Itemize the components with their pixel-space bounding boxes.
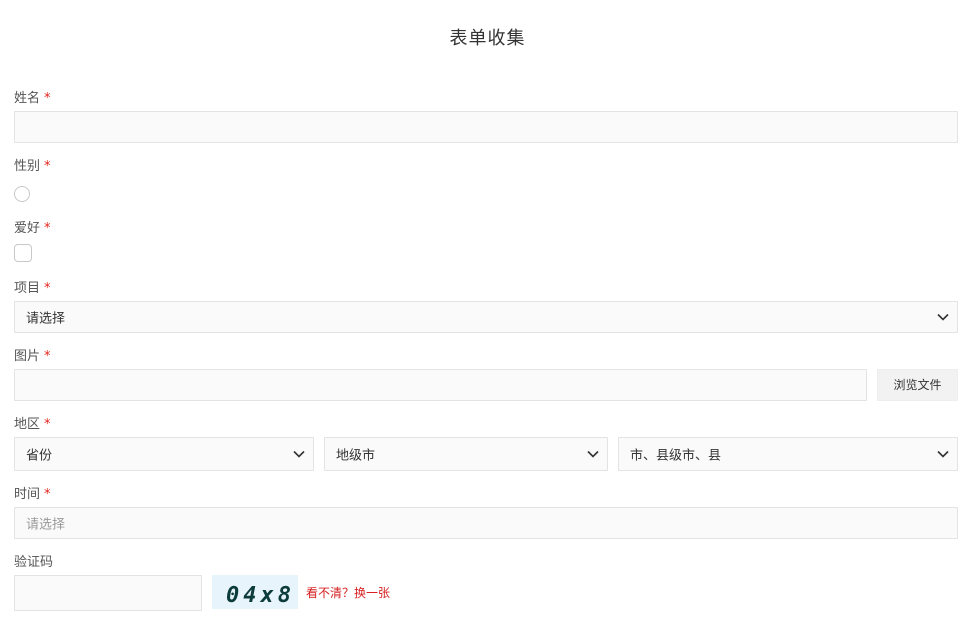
page-title: 表单收集 [449, 28, 526, 49]
project-select-value: 请选择 [26, 311, 66, 327]
time-label: 时间 * [14, 487, 51, 503]
hobby-label-text: 爱好 [14, 221, 41, 236]
captcha-code-text: 04x8 [226, 583, 295, 608]
county-select-value: 市、县级市、县 [630, 448, 722, 464]
chevron-down-icon [587, 450, 599, 458]
required-mark: * [44, 159, 51, 174]
county-select[interactable]: 市、县级市、县 [618, 437, 958, 471]
time-input-placeholder: 请选择 [26, 517, 66, 533]
gender-radio[interactable] [14, 186, 30, 202]
required-mark: * [44, 349, 51, 364]
required-mark: * [44, 91, 51, 106]
required-mark: * [44, 487, 51, 502]
captcha-label: 验证码 [14, 555, 53, 571]
time-input[interactable]: 请选择 [14, 507, 958, 539]
captcha-refresh-link[interactable]: 看不清？换一张 [306, 584, 390, 601]
time-label-text: 时间 [14, 487, 41, 502]
chevron-down-icon [937, 313, 949, 321]
city-select-value: 地级市 [336, 448, 376, 464]
hobby-label: 爱好 * [14, 221, 51, 237]
province-select[interactable]: 省份 [14, 437, 314, 471]
gender-label-text: 性别 [14, 159, 41, 174]
chevron-down-icon [293, 450, 305, 458]
name-label-text: 姓名 [14, 91, 41, 106]
captcha-input[interactable] [14, 575, 202, 611]
captcha-label-text: 验证码 [14, 555, 54, 570]
province-select-value: 省份 [26, 448, 53, 464]
city-select[interactable]: 地级市 [324, 437, 608, 471]
required-mark: * [44, 281, 51, 296]
image-file-input[interactable] [14, 369, 867, 401]
required-mark: * [44, 417, 51, 432]
captcha-image[interactable]: 04x8 [212, 575, 298, 609]
name-label: 姓名 * [14, 91, 51, 107]
region-label-text: 地区 [14, 417, 41, 432]
region-label: 地区 * [14, 417, 51, 433]
gender-label: 性别 * [14, 159, 51, 175]
form-page: 表单收集 姓名 * 性别 * 爱好 * 项目 * 请选择 图片 * 浏览文件 地区 * 省份… [0, 0, 975, 637]
image-label: 图片 * [14, 349, 51, 365]
project-select[interactable]: 请选择 [14, 301, 958, 333]
chevron-down-icon [937, 450, 949, 458]
name-input[interactable] [14, 111, 958, 143]
browse-file-button[interactable]: 浏览文件 [877, 369, 958, 401]
project-label: 项目 * [14, 281, 51, 297]
image-label-text: 图片 [14, 349, 41, 364]
required-mark: * [44, 221, 51, 236]
project-label-text: 项目 [14, 281, 41, 296]
captcha-graphic: 04x8 [226, 583, 295, 608]
hobby-checkbox[interactable] [14, 244, 32, 262]
